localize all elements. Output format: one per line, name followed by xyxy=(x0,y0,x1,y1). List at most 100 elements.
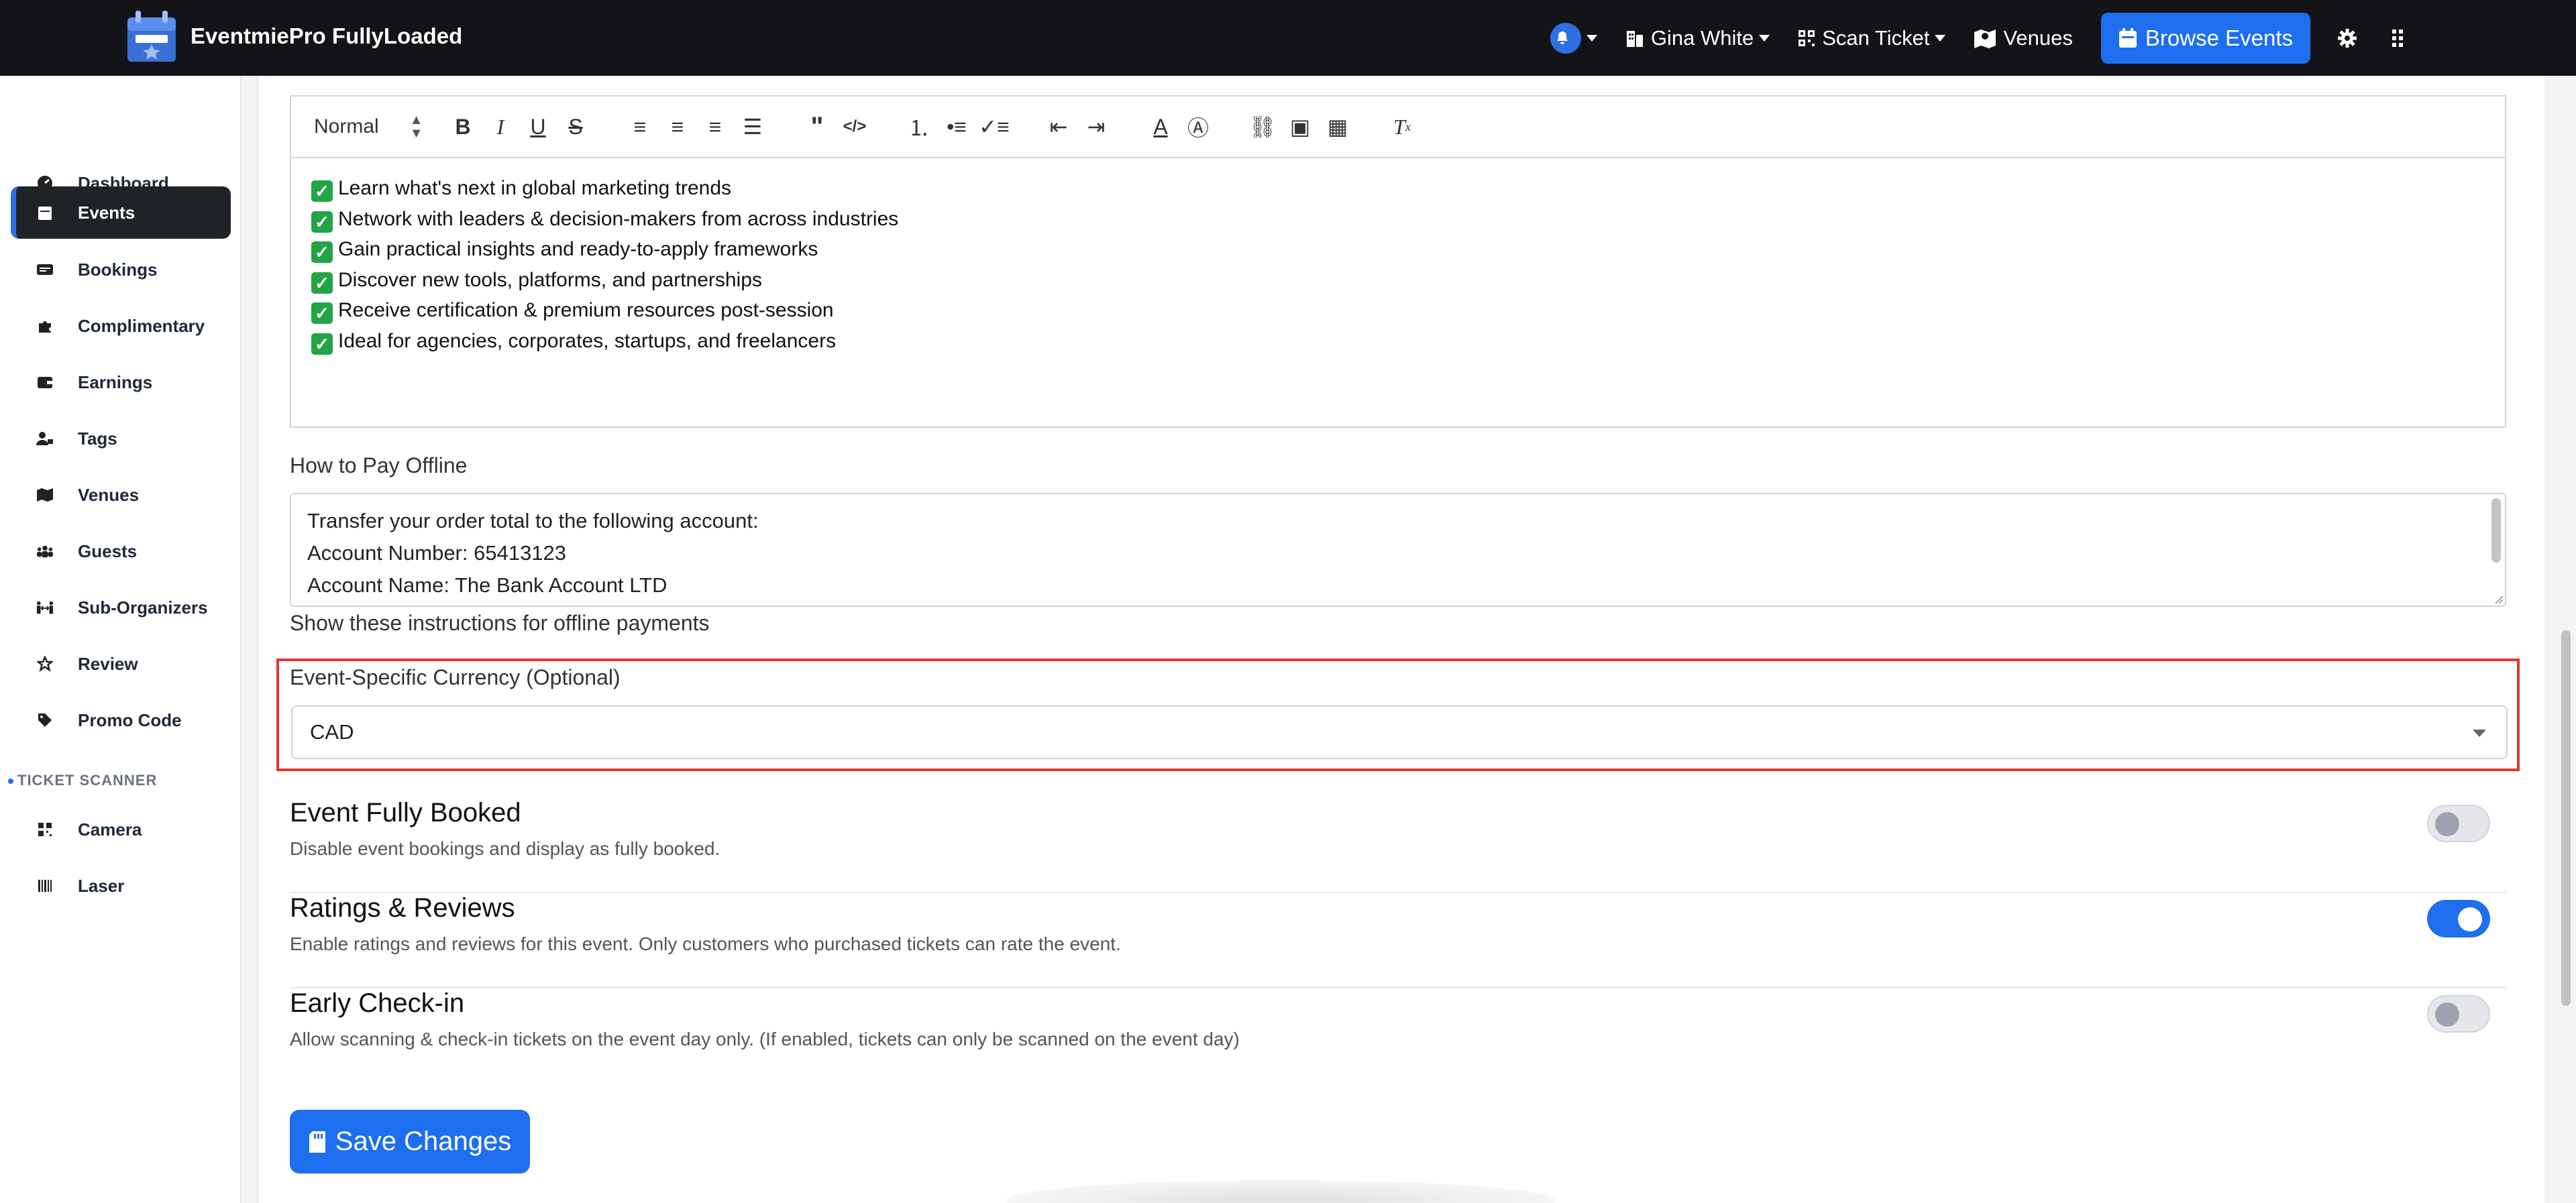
underline-icon[interactable]: U xyxy=(523,112,553,141)
sidebar-item-events[interactable]: Events xyxy=(11,186,231,239)
sidebar-item-bookings[interactable]: Bookings xyxy=(11,243,231,296)
video-icon[interactable]: ▦ xyxy=(1323,112,1352,141)
sidebar-item-label: Guests xyxy=(78,540,138,561)
sidebar-item-sub-organizers[interactable]: Sub-Organizers xyxy=(11,581,231,634)
align-center-icon[interactable]: ≡ xyxy=(663,112,692,141)
qrcode-icon xyxy=(1799,30,1815,46)
bold-icon[interactable]: B xyxy=(448,112,478,141)
qrcode-icon xyxy=(36,821,54,838)
editor-line: ✓ Receive certification & premium resourc… xyxy=(311,295,2485,326)
sidebar-item-venues[interactable]: Venues xyxy=(11,469,231,521)
venues-link[interactable]: Venues xyxy=(1974,25,2073,50)
fully-booked-switch[interactable] xyxy=(2427,805,2490,842)
strikethrough-icon[interactable]: S xyxy=(561,112,590,141)
apps-menu-button[interactable] xyxy=(2392,29,2411,47)
sidebar-item-guests[interactable]: Guests xyxy=(11,525,231,577)
scan-ticket-menu[interactable]: Scan Ticket xyxy=(1798,25,1946,50)
offline-payment-label: How to Pay Offline xyxy=(290,453,468,477)
tag-icon xyxy=(36,711,54,729)
toggle-description: Disable event bookings and display as fu… xyxy=(290,838,720,859)
editor-line: ✓ Ideal for agencies, corporates, startup… xyxy=(311,326,2485,357)
ratings-reviews-switch[interactable] xyxy=(2427,900,2490,937)
sidebar-item-label: Laser xyxy=(78,875,125,896)
code-icon[interactable]: </> xyxy=(840,112,869,141)
quote-icon[interactable]: " xyxy=(802,112,832,141)
align-right-icon[interactable]: ≡ xyxy=(700,112,730,141)
currency-select[interactable]: CAD xyxy=(291,705,2508,759)
calendar-icon xyxy=(36,204,54,221)
scan-ticket-label: Scan Ticket xyxy=(1822,25,1930,50)
link-icon[interactable]: ⛓ xyxy=(1248,112,1277,141)
brand-name: EventmiePro FullyLoaded xyxy=(191,23,463,48)
page-scrollbar[interactable] xyxy=(2561,630,2571,1006)
offline-instructions-textarea[interactable]: Transfer your order total to the followi… xyxy=(290,493,2506,607)
currency-label: Event-Specific Currency (Optional) xyxy=(290,665,621,689)
sidebar-item-promo-code[interactable]: Promo Code xyxy=(11,694,231,746)
sidebar-item-label: Sub-Organizers xyxy=(78,597,208,618)
bell-icon xyxy=(1550,22,1581,54)
rich-text-editor[interactable]: Normal ▲ ▼ B I U S ≡ ≡ ≡ ☰ " </> ⒈ •≡ ✓≡ … xyxy=(290,95,2506,428)
people-arrows-icon xyxy=(36,599,54,616)
clear-format-icon[interactable]: Tx xyxy=(1387,112,1417,141)
editor-line: ✓ Network with leaders & decision-makers … xyxy=(311,204,2485,235)
chevron-down-icon xyxy=(1759,34,1770,42)
resize-handle-icon[interactable] xyxy=(2493,593,2504,604)
sidebar-item-label: Promo Code xyxy=(78,709,182,730)
sidebar-item-laser[interactable]: Laser xyxy=(11,860,231,912)
early-checkin-switch[interactable] xyxy=(2427,995,2490,1033)
browse-events-button[interactable]: Browse Events xyxy=(2100,12,2310,64)
check-icon: ✓ xyxy=(311,211,333,233)
venues-label: Venues xyxy=(2003,25,2073,50)
ticket-scanner-heading: TICKET SCANNER xyxy=(8,772,157,789)
offline-help-text: Show these instructions for offline paym… xyxy=(290,611,710,635)
wallet-icon xyxy=(36,374,54,391)
italic-icon[interactable]: I xyxy=(486,112,515,141)
checklist-icon[interactable]: ✓≡ xyxy=(979,112,1009,141)
sidebar-item-label: Review xyxy=(78,653,138,674)
brand[interactable]: EventmiePro FullyLoaded xyxy=(126,9,462,63)
align-justify-icon[interactable]: ☰ xyxy=(738,112,767,141)
user-tag-icon xyxy=(36,430,54,447)
toggle-title: Early Check-in xyxy=(290,988,465,1018)
editor-content[interactable]: ✓ Learn what's next in global marketing t… xyxy=(291,158,2505,371)
toggle-description: Allow scanning & check-in tickets on the… xyxy=(290,1029,1240,1049)
user-name: Gina White xyxy=(1650,25,1754,50)
chevron-down-icon xyxy=(2473,730,2486,737)
textarea-scrollbar[interactable] xyxy=(2491,498,2501,563)
sidebar-item-label: Earnings xyxy=(78,371,153,392)
user-building-icon xyxy=(1626,30,1643,47)
notifications-dropdown[interactable] xyxy=(1550,22,1597,54)
bullet-list-icon[interactable]: •≡ xyxy=(942,112,971,141)
align-left-icon[interactable]: ≡ xyxy=(625,112,655,141)
calendar-icon xyxy=(2118,27,2137,48)
sidebar-item-camera[interactable]: Camera xyxy=(11,803,231,856)
format-select[interactable]: Normal ▲ ▼ xyxy=(314,113,448,140)
users-icon xyxy=(36,542,54,560)
map-icon xyxy=(36,486,54,504)
editor-line: ✓ Learn what's next in global marketing t… xyxy=(311,173,2485,204)
brand-logo-icon xyxy=(127,11,176,62)
sidebar-item-review[interactable]: Review xyxy=(11,638,231,690)
image-icon[interactable]: ▣ xyxy=(1285,112,1315,141)
sidebar-item-tags[interactable]: Tags xyxy=(11,412,231,465)
user-menu[interactable]: Gina White xyxy=(1625,26,1770,50)
save-changes-button[interactable]: Save Changes xyxy=(290,1110,530,1173)
sidebar: Dashboard Events Bookings Complimentary … xyxy=(0,76,241,1203)
outdent-icon[interactable]: ⇤ xyxy=(1044,112,1073,141)
background-color-icon[interactable]: Ⓐ xyxy=(1183,112,1213,141)
map-icon xyxy=(1974,29,1996,48)
check-icon: ✓ xyxy=(311,180,333,202)
text-color-icon[interactable]: A xyxy=(1146,112,1175,141)
editor-line: ✓ Gain practical insights and ready-to-ap… xyxy=(311,234,2485,265)
sidebar-item-complimentary[interactable]: Complimentary xyxy=(11,300,231,352)
settings-button[interactable] xyxy=(2337,28,2364,48)
indent-icon[interactable]: ⇥ xyxy=(1081,112,1111,141)
toggle-row-fully-booked: Event Fully Booked Disable event booking… xyxy=(290,798,2506,893)
check-icon: ✓ xyxy=(311,241,333,263)
star-icon xyxy=(36,655,54,673)
ordered-list-icon[interactable]: ⒈ xyxy=(904,112,934,141)
grid-icon xyxy=(2392,29,2403,47)
sidebar-item-earnings[interactable]: Earnings xyxy=(11,356,231,408)
sidebar-item-label: Tags xyxy=(78,428,117,449)
check-icon: ✓ xyxy=(311,272,333,294)
